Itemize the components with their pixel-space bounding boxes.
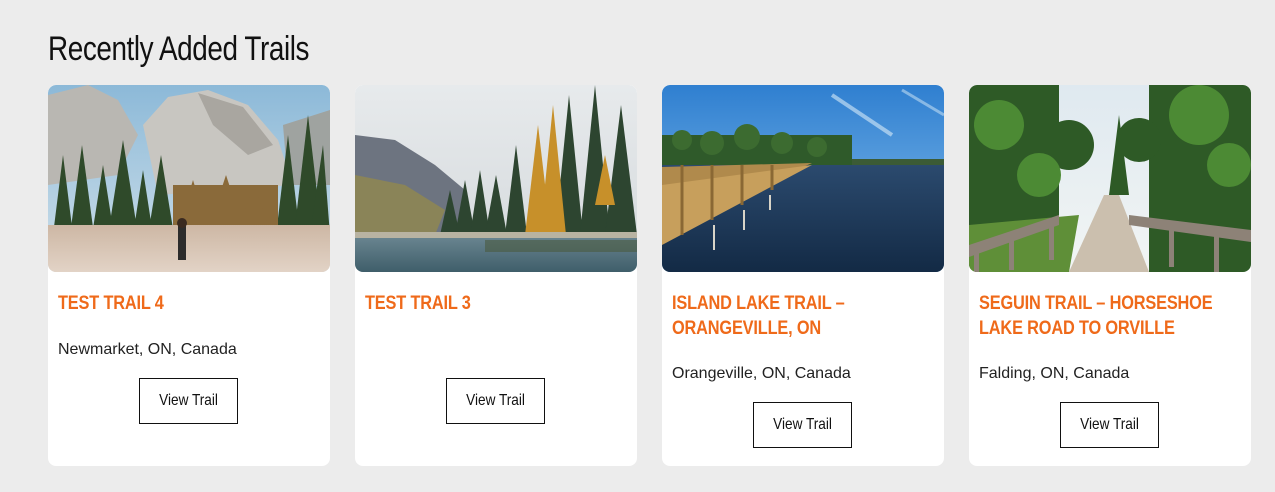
trail-card[interactable]: SEGUIN TRAIL – HORSESHOE LAKE ROAD TO OR…	[969, 85, 1251, 466]
view-trail-button[interactable]: View Trail	[446, 378, 545, 424]
trail-card[interactable]: ISLAND LAKE TRAIL – ORANGEVILLE, ON Oran…	[662, 85, 944, 466]
view-trail-button-label: View Trail	[466, 392, 525, 409]
view-trail-button[interactable]: View Trail	[139, 378, 238, 424]
trail-image[interactable]	[662, 85, 944, 272]
trail-card-list: TEST TRAIL 4 Newmarket, ON, Canada View …	[48, 85, 1251, 466]
view-trail-button[interactable]: View Trail	[753, 402, 852, 448]
view-trail-button-label: View Trail	[159, 392, 218, 409]
view-trail-button-label: View Trail	[1080, 416, 1139, 433]
trail-location: Orangeville, ON, Canada	[672, 365, 851, 382]
trail-location: Falding, ON, Canada	[979, 365, 1130, 382]
trail-title[interactable]: TEST TRAIL 4	[58, 291, 316, 316]
trail-location: Newmarket, ON, Canada	[58, 341, 237, 358]
trail-card[interactable]: TEST TRAIL 4 Newmarket, ON, Canada View …	[48, 85, 330, 466]
view-trail-button-label: View Trail	[773, 416, 832, 433]
trail-image[interactable]	[355, 85, 637, 272]
section-title: Recently Added Trails	[48, 30, 310, 68]
view-trail-button[interactable]: View Trail	[1060, 402, 1159, 448]
trail-image[interactable]	[48, 85, 330, 272]
trail-title[interactable]: ISLAND LAKE TRAIL – ORANGEVILLE, ON	[672, 291, 930, 341]
trail-image[interactable]	[969, 85, 1251, 272]
trail-card[interactable]: TEST TRAIL 3 View Trail	[355, 85, 637, 466]
trail-title[interactable]: TEST TRAIL 3	[365, 291, 623, 316]
trail-title[interactable]: SEGUIN TRAIL – HORSESHOE LAKE ROAD TO OR…	[979, 291, 1237, 341]
